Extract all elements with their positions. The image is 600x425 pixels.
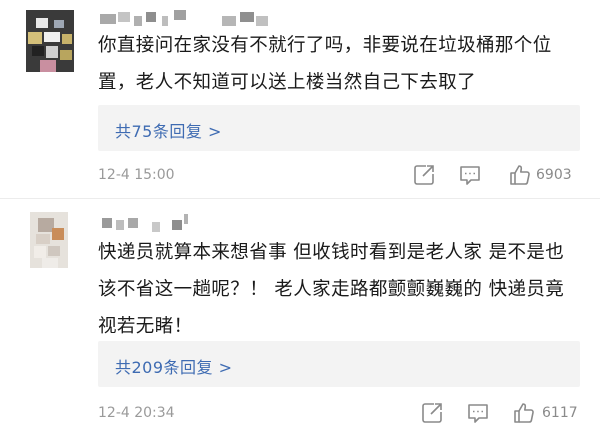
avatar[interactable] (26, 10, 74, 72)
timestamp: 12-4 20:34 (98, 405, 175, 421)
comment-item: 快递员就算本来想省事 但收钱时看到是老人家 是不是也该不省这一趟呢？！ 老人家走… (0, 200, 600, 425)
comment-text: 你直接问在家没有不就行了吗，非要说在垃圾桶那个位置，老人不知道可以送上楼当然自己… (98, 35, 552, 93)
comment-bubble-icon[interactable] (458, 163, 482, 187)
share-icon[interactable] (420, 401, 444, 425)
replies-link[interactable]: 共209条回复 > (115, 354, 233, 378)
replies-button[interactable]: 共75条回复 > (98, 105, 580, 151)
replies-button[interactable]: 共209条回复 > (98, 341, 580, 387)
thumbs-up-icon[interactable] (508, 163, 532, 187)
like-count: 6117 (542, 405, 578, 421)
thumbs-up-icon[interactable] (512, 401, 536, 425)
comment-meta: 12-4 20:34 6117 (98, 401, 588, 425)
comment-meta: 12-4 15:00 6903 (98, 163, 588, 187)
share-icon[interactable] (412, 163, 436, 187)
comment-divider (0, 198, 600, 199)
comment-item: 你直接问在家没有不就行了吗，非要说在垃圾桶那个位置，老人不知道可以送上楼当然自己… (0, 0, 600, 200)
replies-link[interactable]: 共75条回复 > (115, 118, 222, 142)
like-count: 6903 (536, 167, 572, 183)
comment-text: 快递员就算本来想省事 但收钱时看到是老人家 是不是也该不省这一趟呢？！ 老人家走… (98, 242, 565, 337)
timestamp: 12-4 15:00 (98, 167, 175, 183)
username-blurred[interactable] (100, 214, 300, 234)
comment-bubble-icon[interactable] (466, 401, 490, 425)
avatar[interactable] (30, 212, 68, 268)
